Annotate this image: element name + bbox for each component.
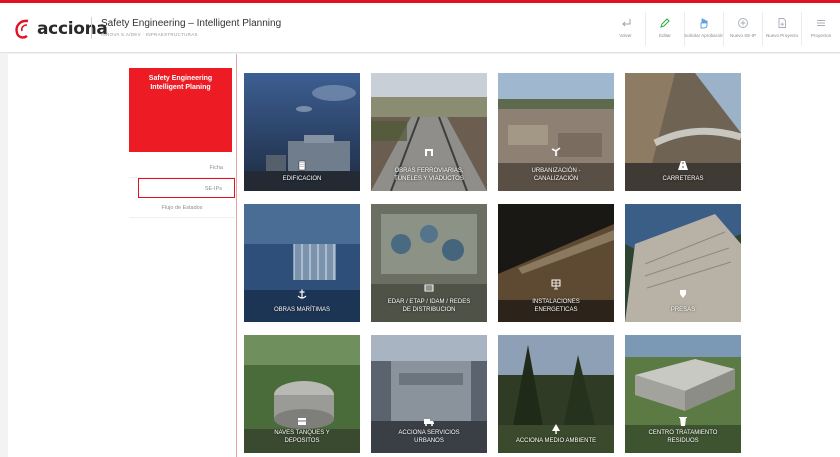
tile-obras-maritimas[interactable]: OBRAS MARÍTIMAS [244,204,360,322]
panel-title-text: Safety Engineering Intelligent Planing [148,75,213,91]
acciona-logo-icon [15,19,29,39]
sidebar-panel-title: Safety Engineering Intelligent Planing [129,74,232,92]
new-document-icon [778,18,786,28]
sidebar-item-label: Ficha [209,165,223,171]
tile-label: OBRAS FERROVIARIAS, TUNELES Y VIADUCTOS [394,168,464,182]
edit-button[interactable]: Editar [645,12,684,46]
maritime-photo [244,204,360,322]
content-divider [236,54,237,457]
tile-presas[interactable]: PRESAS [625,204,741,322]
dam-photo [625,204,741,322]
tile-edificacion[interactable]: EDIFICACION [244,73,360,191]
pencil-icon [660,18,670,28]
page-gutter [0,54,8,457]
solar-panel-icon [551,279,561,290]
list-icon [817,20,825,26]
new-seip-label: Nuevo SE-IP [729,33,756,38]
tile-label: CARRETERAS [662,176,704,182]
request-approval-button[interactable]: Solicitar Aprobación [684,12,724,46]
tile-label: CENTRO TRATAMIENTO RESIDUOS [648,430,718,444]
new-project-button[interactable]: Nuevo Proyecto [762,12,801,46]
sidebar-title-panel: Safety Engineering Intelligent Planing [129,68,232,152]
sidebar-item-label: Flujo de Estados [161,205,203,211]
tree-icon [552,424,560,434]
logo-text: acciona [37,19,108,39]
projects-label: Proyectos [810,33,831,38]
plus-circle-icon [738,18,748,28]
tunnel-icon [425,149,433,156]
acciona-logo[interactable]: acciona [13,16,108,42]
tile-servicios-urbanos[interactable]: ACCIONA SERVICIOS URBANOS [371,335,487,453]
tile-carreteras[interactable]: CARRETERAS [625,73,741,191]
tile-label: ACCIONA SERVICIOS URBANOS [398,430,460,444]
app-title: Safety Engineering – Intelligent Plannin… [101,18,282,29]
tile-label: NAVES TANQUES Y DEPOSITOS [274,430,330,444]
tank-icon [298,418,306,425]
truck-icon [424,419,434,426]
tile-label: EDAR / ETAP / IDAM / REDES DE DISTRIBUCI… [387,299,471,313]
anchor-icon [297,289,307,299]
pipe-icon [551,147,561,156]
new-project-label: Nuevo Proyecto [765,33,799,38]
back-arrow-icon [621,19,630,27]
back-button[interactable]: Volver [606,12,645,46]
tile-label: PRESAS [670,307,696,313]
tile-label: EDIFICACION [282,176,322,182]
tile-naves-tanques[interactable]: NAVES TANQUES Y DEPOSITOS [244,335,360,453]
sidebar-menu: Ficha SE-IPs Flujo de Estados [129,158,235,218]
request-approval-label: Solicitar Aprobación [684,33,724,38]
tile-label: ACCIONA MEDIO AMBIENTE [515,438,597,444]
header-separator [91,17,92,39]
tile-edar-etap[interactable]: EDAR / ETAP / IDAM / REDES DE DISTRIBUCI… [371,204,487,322]
sidebar-item-label: SE-IPs [204,186,222,192]
tile-medio-ambiente[interactable]: ACCIONA MEDIO AMBIENTE [498,335,614,453]
waste-bin-icon [679,417,687,426]
tile-centro-tratamiento[interactable]: CENTRO TRATAMIENTO RESIDUOS [625,335,741,453]
dam-icon [680,290,686,298]
sidebar-item-ficha[interactable]: Ficha [129,158,235,178]
app-subtitle: INNOVA S.A/DEV · INFRAESTRUCTURAS [101,32,198,37]
app-header: acciona Safety Engineering – Intelligent… [0,3,840,53]
road-icon [678,161,688,170]
road-photo [625,73,741,191]
new-seip-button[interactable]: Nuevo SE-IP [723,12,762,46]
sidebar-item-flujo-estados[interactable]: Flujo de Estados [129,198,235,218]
toolbar: Volver Editar Solicitar Aprobación Nuevo… [606,12,840,46]
hand-approve-icon [700,18,708,29]
water-plant-icon [424,284,434,292]
edit-label: Editar [659,33,671,38]
sidebar-item-seips[interactable]: SE-IPs [138,178,235,198]
main-content: Safety Engineering Intelligent Planing F… [8,54,840,457]
tile-instalaciones-energeticas[interactable]: INSTALACIONES ENERGETICAS [498,204,614,322]
back-label: Volver [619,33,632,38]
tile-urbanizacion[interactable]: URBANIZACIÓN - CANALIZACIÓN [498,73,614,191]
tile-label: INSTALACIONES ENERGETICAS [532,299,580,313]
building-icon [298,160,306,171]
projects-button[interactable]: Proyectos [801,12,840,46]
tile-label: OBRAS MARÍTIMAS [273,307,330,313]
tile-obras-ferroviarias[interactable]: OBRAS FERROVIARIAS, TUNELES Y VIADUCTOS [371,73,487,191]
building-photo [244,73,360,191]
tile-label: URBANIZACIÓN - CANALIZACIÓN [531,168,581,182]
environment-photo [498,335,614,453]
